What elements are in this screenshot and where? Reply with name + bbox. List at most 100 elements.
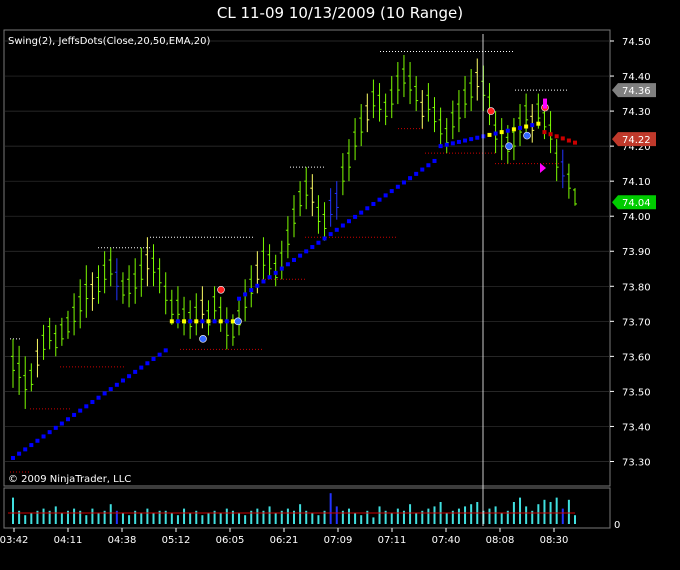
jeffs-dot (310, 245, 315, 250)
jeffs-dot (377, 197, 382, 202)
price-badge-label: 74.36 (622, 86, 651, 97)
jeffs-dot (511, 127, 516, 132)
jeffs-dot (53, 425, 58, 430)
jeffs-dot (487, 132, 492, 137)
copyright-label: © 2009 NinjaTrader, LLC (8, 474, 131, 485)
y-tick-label: 73.30 (622, 457, 651, 468)
magenta-marker (543, 98, 547, 109)
x-tick-label: 03:42 (0, 535, 28, 546)
x-tick-label: 04:11 (54, 535, 83, 546)
jeffs-dot (573, 140, 577, 145)
jeffs-dot (11, 455, 15, 460)
y-tick-label: 74.30 (622, 107, 651, 118)
jeffs-dot (432, 158, 437, 163)
jeffs-dot (96, 395, 101, 400)
jeffs-dot (542, 130, 547, 135)
jeffs-dot (212, 319, 217, 324)
jeffs-dot (298, 253, 303, 258)
jeffs-dot (224, 319, 229, 324)
jeffs-dot (163, 348, 168, 353)
jeffs-dot (102, 391, 107, 396)
jeffs-dot (23, 447, 28, 452)
jeffs-dot (90, 400, 95, 405)
jeffs-dot (383, 193, 388, 198)
jeffs-dot (536, 121, 541, 126)
jeffs-dot (157, 352, 162, 357)
jeffs-dot (237, 296, 242, 301)
jeffs-dot (456, 139, 461, 144)
jeffs-dot (120, 378, 125, 383)
y-tick-label: 74.10 (622, 177, 651, 188)
y-tick-label: 73.50 (622, 387, 651, 398)
jeffs-dot (218, 319, 223, 324)
jeffs-dot (41, 434, 46, 439)
signal-circle (487, 107, 495, 115)
x-tick-label: 08:30 (540, 535, 569, 546)
x-tick-label: 07:40 (432, 535, 461, 546)
jeffs-dot (200, 319, 205, 324)
jeffs-dot (249, 288, 254, 293)
jeffs-dot (554, 134, 559, 139)
chart-window: CL 11-09 10/13/2009 (10 Range) 74.50 74.4… (0, 0, 680, 570)
jeffs-dot (78, 408, 83, 413)
jeffs-dot (426, 163, 431, 168)
jeffs-dot (389, 189, 394, 194)
jeffs-dot (72, 412, 77, 417)
x-tick-label: 05:12 (162, 535, 191, 546)
y-tick-label: 73.80 (622, 282, 651, 293)
x-tick-label: 07:09 (324, 535, 353, 546)
jeffs-dot (518, 125, 523, 130)
jeffs-dot (175, 319, 180, 324)
jeffs-dot (35, 438, 40, 443)
jeffs-dot (505, 128, 510, 133)
jeffs-dot (133, 369, 138, 374)
jeffs-dot (334, 227, 339, 232)
jeffs-dot (292, 257, 296, 262)
y-tick-label: 73.40 (622, 422, 651, 433)
price-badge-label: 74.04 (622, 198, 651, 209)
jeffs-dot (261, 279, 266, 284)
jeffs-dot (328, 232, 333, 237)
chart-canvas: 74.5074.4074.3074.2074.1074.0073.9073.80… (0, 29, 656, 546)
jeffs-dot (524, 124, 529, 129)
jeffs-dot (169, 319, 174, 324)
jeffs-dot (206, 319, 211, 324)
jeffs-dot (322, 236, 327, 241)
signal-circle (199, 335, 207, 343)
jeffs-dot (108, 387, 113, 392)
x-tick-label: 06:21 (270, 535, 299, 546)
y-tick-label: 74.00 (622, 212, 651, 223)
jeffs-dot (182, 319, 187, 324)
jeffs-dot (450, 141, 455, 146)
jeffs-dot (353, 214, 358, 219)
jeffs-dot (395, 184, 400, 189)
jeffs-dot (17, 451, 22, 456)
jeffs-dot (145, 361, 150, 366)
y-tick-label: 74.50 (622, 37, 651, 48)
x-tick-label: 04:38 (108, 535, 137, 546)
jeffs-dot (47, 430, 52, 435)
y-tick-label: 73.70 (622, 317, 651, 328)
jeffs-dot (359, 210, 364, 215)
jeffs-dot (316, 240, 321, 245)
jeffs-dot (285, 262, 290, 267)
signal-circle (217, 285, 225, 294)
jeffs-dot (408, 176, 413, 181)
jeffs-dot (304, 249, 309, 254)
jeffs-dot (475, 135, 480, 140)
x-tick-label: 06:05 (216, 535, 245, 546)
jeffs-dot (560, 136, 565, 141)
jeffs-dot (365, 206, 370, 211)
jeffs-dot (469, 137, 474, 142)
signal-circle (234, 317, 242, 326)
jeffs-dot (371, 201, 376, 206)
jeffs-dot (414, 171, 419, 176)
jeffs-dot (548, 132, 553, 137)
price-badge-label: 74.22 (622, 135, 651, 146)
jeffs-dot (566, 138, 571, 143)
jeffs-dot (29, 443, 34, 448)
jeffs-dot (194, 319, 199, 324)
jeffs-dot (188, 319, 193, 324)
jeffs-dot (530, 123, 535, 128)
jeffs-dot (255, 283, 260, 288)
